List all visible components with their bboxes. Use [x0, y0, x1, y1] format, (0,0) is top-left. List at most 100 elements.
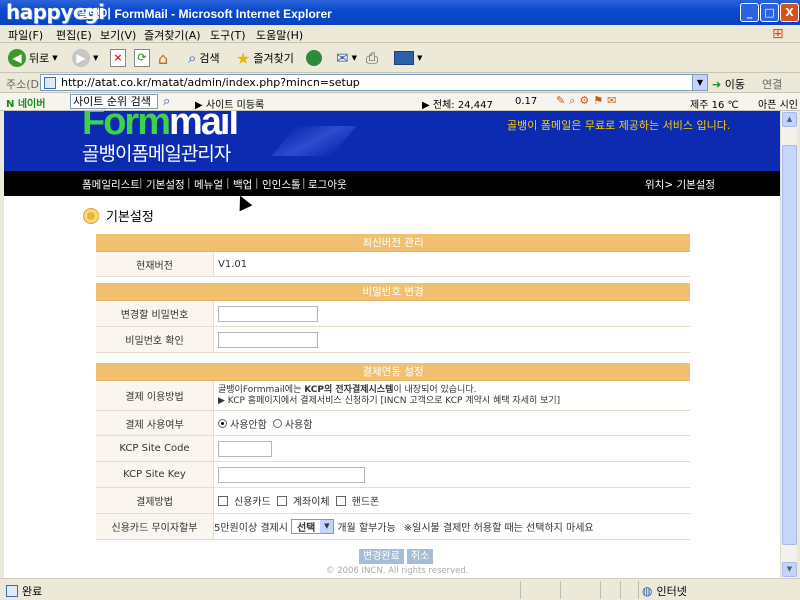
confirm-password-row: 비밀번호 확인 [96, 327, 690, 353]
save-button[interactable]: 변경완료 [359, 549, 404, 564]
naver-search-icon[interactable]: ⌕ [163, 94, 170, 109]
search-icon: ⌕ [188, 49, 197, 67]
go-arrow-icon: ➜ [712, 78, 722, 91]
globe-icon: ◍ [642, 584, 653, 598]
nav-divider: | [255, 177, 259, 189]
nav-logout[interactable]: 로그아웃 [308, 177, 347, 192]
payment-section-header: 결제연동 설정 [96, 363, 690, 381]
phone-checkbox[interactable] [335, 495, 346, 506]
nav-basic-settings[interactable]: 기본설정 [146, 177, 185, 192]
pay-method-label: 결제방법 [96, 488, 214, 513]
payment-usage-label: 결제 이용방법 [96, 381, 214, 410]
print-button[interactable]: ⎙ [366, 47, 378, 69]
back-button[interactable]: ◀ 뒤로 ▼ [8, 47, 58, 69]
stop-button[interactable]: × [110, 47, 126, 69]
credit-card-checkbox[interactable] [218, 495, 228, 506]
edit-button[interactable]: ▼ [394, 47, 422, 69]
mail-dropdown-icon[interactable]: ▼ [352, 54, 357, 62]
use-off-radio[interactable] [218, 418, 227, 428]
poem-link[interactable]: 아픈 시인 [758, 96, 798, 111]
bank-transfer-checkbox[interactable] [276, 495, 287, 506]
menu-tools[interactable]: 도구(T) [210, 27, 246, 43]
menu-edit[interactable]: 편집(E) [56, 27, 92, 43]
home-icon: ⌂ [158, 48, 169, 68]
menu-help[interactable]: 도움말(H) [256, 27, 303, 43]
admin-title: 골뱅이폼메일관리자 [82, 143, 231, 165]
page-icon [44, 77, 56, 89]
star-icon: ★ [236, 48, 251, 68]
address-input[interactable]: http://atat.co.kr/matat/admin/index.php?… [40, 74, 708, 91]
installment-select[interactable]: 선택 ▼ [290, 519, 335, 534]
pay-method-row: 결제방법 신용카드 계좌이체 핸드폰 [96, 488, 690, 514]
menu-bar: 파일(F) 편집(E) 보기(V) 즐겨찾기(A) 도구(T) 도움말(H) ⊞ [0, 25, 800, 43]
service-tagline: 골뱅이 폼메일은 무료로 제공하는 서비스 입니다. [507, 119, 731, 132]
new-password-input[interactable] [218, 305, 318, 322]
payment-use-row: 결제 사용여부 사용안함 사용함 [96, 411, 690, 436]
back-arrow-icon: ◀ [8, 49, 26, 67]
stop-icon: × [110, 49, 126, 67]
address-dropdown-icon[interactable]: ▼ [692, 75, 707, 90]
page-done-icon [6, 585, 18, 597]
media-button[interactable] [306, 47, 322, 69]
tool-icons[interactable]: ✎⌕⚙⚑✉ [556, 94, 620, 108]
decorative-shard [271, 126, 357, 156]
location-breadcrumb: 위치> 기본설정 [645, 179, 716, 191]
nav-divider: | [187, 177, 191, 189]
home-button[interactable]: ⌂ [158, 47, 168, 69]
naver-search-input[interactable]: 사이트 순위 검색 [70, 94, 158, 109]
scroll-thumb[interactable] [782, 145, 797, 545]
nav-divider: | [139, 177, 143, 189]
kcp-signup-link[interactable]: ▶ KCP 홈페이지에서 결제서비스 신청하기 [INCN 고객으로 KCP 계… [218, 396, 560, 407]
admin-nav: 폼메일리스트 | 기본설정 | 메뉴얼 | 백업 | 인인스톨 | 로그아웃 위… [4, 171, 780, 196]
total-count: ▶ 전체: 24,447 [422, 100, 493, 111]
new-password-label: 변경할 비밀번호 [96, 301, 214, 326]
scroll-down-icon[interactable]: ▼ [782, 562, 797, 577]
payment-method-row: 결제 이용방법 골뱅이Formmail에는 KCP의 전자결제시스템이 내장되어… [96, 381, 690, 411]
favorites-button[interactable]: ★ 즐겨찾기 [236, 47, 294, 69]
mail-icon: ✉ [336, 49, 349, 67]
select-dropdown-icon: ▼ [320, 520, 334, 533]
window-titlebar: happycgi 골뱅이 FormMail - Microsoft Intern… [0, 0, 800, 25]
forward-button[interactable]: ▶ ▼ [72, 47, 98, 69]
version-section-header: 최신버전 관리 [96, 234, 690, 252]
naver-toolbar: N 네이버 사이트 순위 검색 ⌕ ▶ 사이트 미등록 ▶ 전체: 24,447… [0, 93, 800, 111]
menu-favorites[interactable]: 즐겨찾기(A) [144, 27, 201, 43]
menu-file[interactable]: 파일(F) [8, 27, 43, 43]
nav-formmail-list[interactable]: 폼메일리스트 [82, 177, 140, 192]
site-key-input[interactable] [218, 466, 365, 483]
nav-backup[interactable]: 백업 [233, 177, 252, 192]
nav-uninstall[interactable]: 인인스톨 [262, 177, 301, 192]
maximize-button[interactable]: □ [760, 3, 779, 22]
cancel-button[interactable]: 취소 [406, 549, 434, 564]
window-title: 골뱅이 FormMail - Microsoft Internet Explor… [78, 7, 332, 21]
installment-note: ※일시불 결제만 허용할 때는 선택하지 마세요 [403, 523, 594, 534]
site-ranking: ▶ 사이트 미등록 [195, 100, 265, 111]
edit-dropdown-icon[interactable]: ▼ [417, 54, 422, 62]
links-button[interactable]: 연결 [762, 76, 782, 92]
back-dropdown-icon[interactable]: ▼ [52, 54, 57, 62]
current-version-row: 현재버전 V1.01 [96, 252, 690, 277]
naver-menu[interactable]: N 네이버 [6, 95, 45, 110]
forward-dropdown-icon[interactable]: ▼ [93, 54, 98, 62]
edit-icon [394, 51, 414, 65]
page-title: 기본설정 [84, 206, 154, 225]
use-on-radio[interactable] [272, 418, 282, 428]
nav-manual[interactable]: 메뉴얼 [194, 177, 223, 192]
refresh-button[interactable]: ⟳ [134, 47, 150, 69]
site-code-label: KCP Site Code [96, 436, 214, 461]
site-code-input[interactable] [218, 440, 272, 457]
search-button[interactable]: ⌕ 검색 [188, 47, 220, 69]
nav-divider: | [302, 177, 306, 189]
page-content: Formmail 골뱅이폼메일관리자 골뱅이 폼메일은 무료로 제공하는 서비스… [4, 111, 780, 578]
form-buttons: 변경완료 취소 [359, 549, 434, 564]
mail-button[interactable]: ✉ ▼ [336, 47, 357, 69]
go-button[interactable]: ➜ 이동 [712, 76, 745, 92]
menu-view[interactable]: 보기(V) [100, 27, 136, 43]
minimize-button[interactable]: _ [740, 3, 759, 22]
scroll-up-icon[interactable]: ▲ [782, 112, 797, 127]
vertical-scrollbar[interactable]: ▲ ▼ [780, 111, 797, 578]
confirm-password-input[interactable] [218, 331, 318, 348]
close-button[interactable]: X [780, 3, 799, 22]
address-bar: 주소(D) http://atat.co.kr/matat/admin/inde… [0, 73, 800, 93]
confirm-password-label: 비밀번호 확인 [96, 327, 214, 352]
